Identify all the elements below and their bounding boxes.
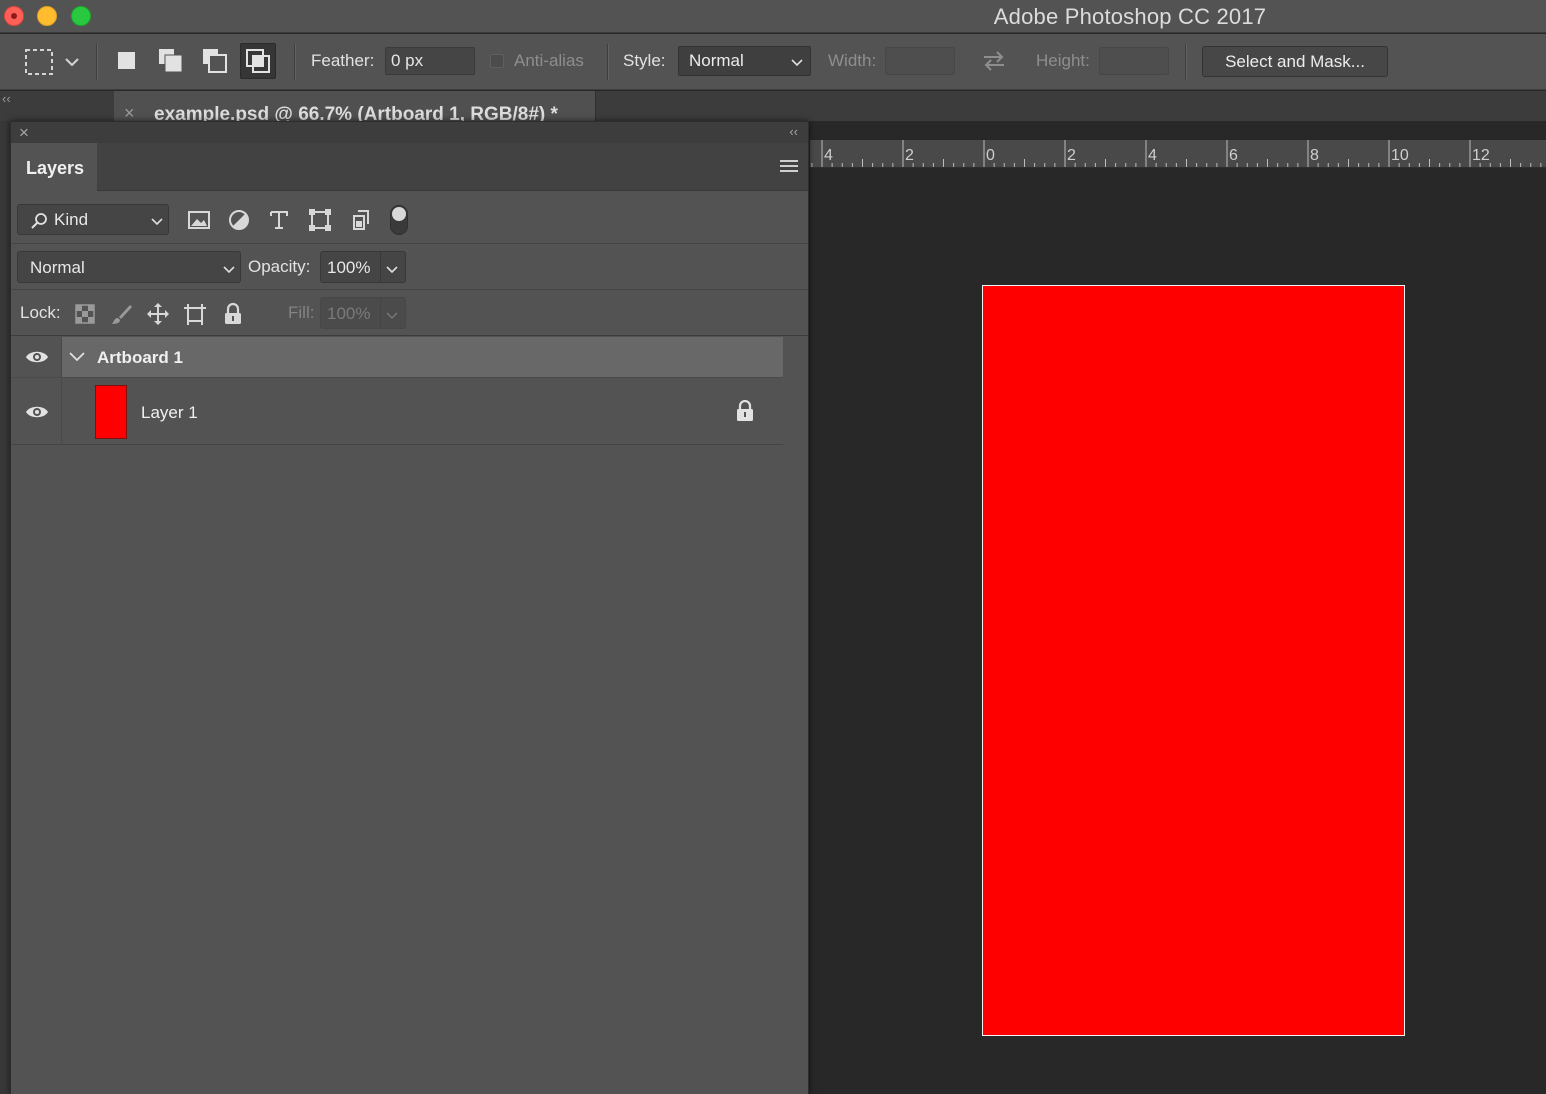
title-bar: Adobe Photoshop CC 2017 <box>0 0 1546 33</box>
chevron-down-icon[interactable] <box>385 306 399 324</box>
new-selection-icon <box>118 52 135 69</box>
height-input[interactable] <box>1099 47 1169 75</box>
layers-panel: × ‹‹ Layers Kind Normal Opacity: 100% Lo… <box>10 121 809 1094</box>
document-tab[interactable]: × example.psd @ 66.7% (Artboard 1, RGB/8… <box>114 91 596 121</box>
ruler-label: 10 <box>1391 147 1409 164</box>
visibility-cell[interactable] <box>11 379 62 444</box>
add-selection-icon <box>159 49 183 73</box>
add-to-selection-button[interactable] <box>152 43 188 79</box>
tools-dock-strip <box>0 121 10 1094</box>
opacity-label: Opacity: <box>248 257 311 276</box>
ruler-label: 6 <box>1229 147 1238 164</box>
chevron-down-icon <box>791 59 803 67</box>
artboard-canvas[interactable] <box>982 285 1405 1036</box>
document-tab-title: example.psd @ 66.7% (Artboard 1, RGB/8#)… <box>154 104 558 121</box>
search-icon <box>31 213 47 229</box>
opacity-value: 100% <box>327 258 371 277</box>
filter-kind-label: Kind <box>54 210 89 229</box>
tool-preset-picker[interactable] <box>24 48 84 76</box>
width-label: Width: <box>828 51 877 70</box>
options-bar: Feather: 0 px Anti-alias Style: Normal W… <box>0 34 1546 90</box>
swap-width-height-button[interactable] <box>980 47 1008 75</box>
subtract-selection-icon <box>203 49 227 73</box>
panel-menu-icon[interactable] <box>780 159 798 173</box>
layer-name: Artboard 1 <box>97 348 183 367</box>
eye-icon[interactable] <box>25 404 49 420</box>
close-panel-icon[interactable]: × <box>19 123 29 143</box>
prevent-artboard-nesting-icon[interactable] <box>183 302 207 326</box>
ruler-label: 12 <box>1472 147 1490 164</box>
rectangular-marquee-icon <box>25 49 79 75</box>
lock-all-icon[interactable] <box>221 302 245 326</box>
intersect-selection-icon <box>246 49 270 73</box>
adjustment-layer-filter-icon[interactable] <box>227 208 251 232</box>
style-dropdown[interactable]: Normal <box>678 46 811 76</box>
panel-tab-bar: Layers <box>11 143 808 191</box>
anti-alias-label: Anti-alias <box>514 51 584 70</box>
eye-icon[interactable] <box>25 349 49 365</box>
chevron-down-icon <box>223 266 235 274</box>
layer-filter-row: Kind <box>11 192 808 244</box>
opacity-input[interactable]: 100% <box>320 251 406 283</box>
width-input[interactable] <box>885 47 955 75</box>
smart-object-filter-icon[interactable] <box>349 208 373 232</box>
ruler-label: 8 <box>1310 147 1319 164</box>
ruler-label: 2 <box>905 147 914 164</box>
style-label: Style: <box>623 51 666 70</box>
tab-layers[interactable]: Layers <box>11 143 97 191</box>
ruler-label: 4 <box>824 147 833 164</box>
intersect-selection-button[interactable] <box>240 43 276 79</box>
filter-kind-dropdown[interactable]: Kind <box>17 204 169 235</box>
filter-toggle-switch[interactable] <box>390 205 408 235</box>
app-title: Adobe Photoshop CC 2017 <box>993 4 1267 29</box>
document-tab-bar: ‹‹ × example.psd @ 66.7% (Artboard 1, RG… <box>0 91 1546 121</box>
chevron-down-icon[interactable] <box>385 260 399 278</box>
lock-position-icon[interactable] <box>146 302 170 326</box>
lock-image-pixels-icon[interactable] <box>110 302 134 326</box>
close-document-icon[interactable]: × <box>124 103 135 121</box>
blend-mode-row: Normal Opacity: 100% <box>11 244 808 290</box>
lock-transparent-pixels-icon[interactable] <box>73 302 97 326</box>
window-close-button[interactable] <box>4 6 24 26</box>
anti-alias-checkbox[interactable] <box>490 54 504 68</box>
chevron-down-icon <box>151 218 163 226</box>
pixel-layer-filter-icon[interactable] <box>187 208 211 232</box>
height-label: Height: <box>1036 51 1090 70</box>
fill-label: Fill: <box>288 303 315 322</box>
ruler-label: 4 <box>1148 147 1157 164</box>
shape-layer-filter-icon[interactable] <box>308 208 332 232</box>
collapse-panel-icon[interactable]: ‹‹ <box>789 124 798 139</box>
lock-row: Lock: Fill: 100% <box>11 290 808 336</box>
layer-thumbnail[interactable] <box>95 385 127 439</box>
window-zoom-button[interactable] <box>71 6 91 26</box>
ruler-ticks <box>811 140 1542 167</box>
window-minimize-button[interactable] <box>37 6 57 26</box>
subtract-from-selection-button[interactable] <box>196 43 232 79</box>
type-layer-filter-icon[interactable] <box>267 208 291 232</box>
layer-row-layer-1[interactable]: Layer 1 <box>11 379 783 445</box>
layer-row-artboard[interactable]: Artboard 1 <box>11 337 783 378</box>
swap-arrows-icon <box>984 51 1004 71</box>
layer-name: Layer 1 <box>141 403 198 422</box>
blend-mode-value: Normal <box>30 258 85 277</box>
panel-header[interactable]: × ‹‹ <box>11 122 808 143</box>
horizontal-ruler[interactable]: 4 2 0 2 4 6 8 10 12 <box>810 140 1546 168</box>
select-and-mask-button[interactable]: Select and Mask... <box>1202 46 1388 77</box>
feather-input[interactable]: 0 px <box>385 47 475 75</box>
lock-label: Lock: <box>20 303 61 322</box>
fill-value: 100% <box>327 304 371 323</box>
new-selection-button[interactable] <box>108 43 144 79</box>
collapse-toolbar-icon[interactable]: ‹‹ <box>2 91 11 106</box>
chevron-down-icon[interactable] <box>68 350 86 364</box>
feather-label: Feather: <box>311 51 375 70</box>
style-value: Normal <box>689 51 744 70</box>
lock-icon <box>737 400 753 421</box>
blend-mode-dropdown[interactable]: Normal <box>17 251 241 283</box>
fill-input[interactable]: 100% <box>320 297 406 329</box>
ruler-label: 0 <box>986 147 995 164</box>
ruler-label: 2 <box>1067 147 1076 164</box>
visibility-cell[interactable] <box>11 337 62 377</box>
